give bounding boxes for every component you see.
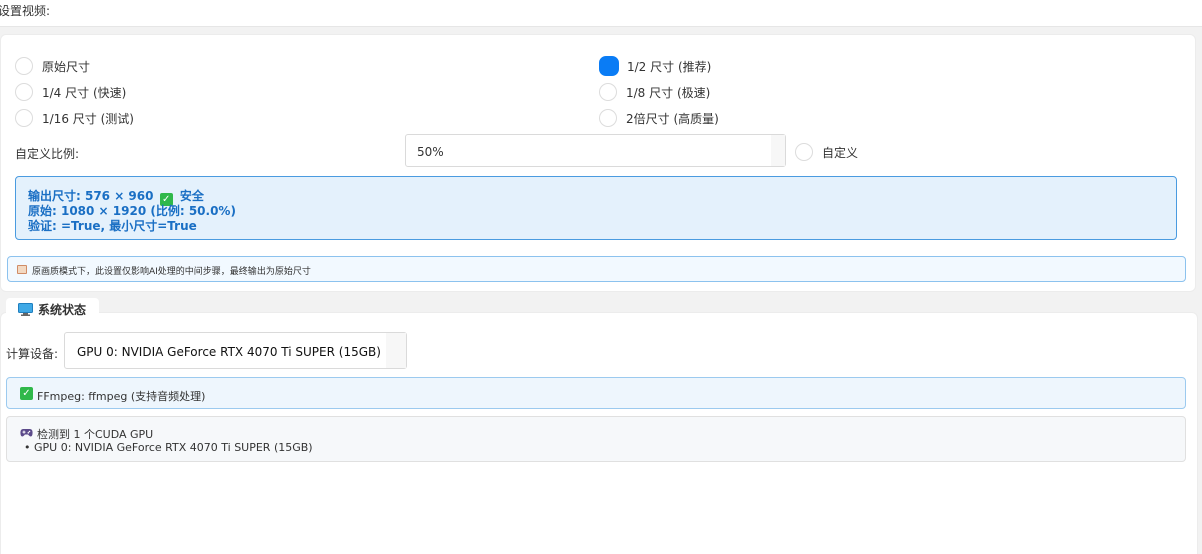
radio-label: 原始尺寸: [42, 59, 91, 74]
input-edge: [771, 135, 785, 166]
output-size-text: 输出尺寸: 576 × 960: [28, 189, 154, 203]
top-bar: 设置视频:: [0, 0, 1202, 27]
radio-circle-selected[interactable]: [599, 56, 619, 76]
custom-ratio-value: 50%: [417, 145, 444, 159]
radio-label: 自定义: [822, 145, 859, 160]
device-select[interactable]: GPU 0: NVIDIA GeForce RTX 4070 Ti SUPER …: [64, 332, 407, 369]
tab-system-status[interactable]: 系统状态: [6, 298, 99, 320]
radio-label: 1/4 尺寸 (快速): [42, 85, 127, 100]
radio-circle[interactable]: [15, 109, 33, 127]
radio-half-size[interactable]: 1/2 尺寸 (推荐): [599, 56, 711, 76]
settings-label: 设置视频:: [0, 4, 51, 18]
custom-ratio-input[interactable]: 50%: [405, 134, 786, 167]
ffmpeg-status-box: ✓ FFmpeg: ffmpeg (支持音频处理): [6, 377, 1186, 409]
gpu-detect-text: 检测到 1 个CUDA GPU: [37, 428, 154, 441]
radio-custom[interactable]: 自定义: [795, 143, 858, 161]
output-status: 安全: [179, 189, 204, 203]
radio-original-size[interactable]: 原始尺寸: [15, 57, 90, 75]
note-text: 原画质模式下，此设置仅影响AI处理的中间步骤，最终输出为原始尺寸: [32, 267, 311, 277]
radio-label: 1/16 尺寸 (测试): [42, 111, 134, 126]
radio-double-size[interactable]: 2倍尺寸 (高质量): [599, 109, 719, 127]
pencil-icon: [17, 265, 27, 274]
gamepad-icon: [20, 429, 33, 437]
device-value: GPU 0: NVIDIA GeForce RTX 4070 Ti SUPER …: [77, 345, 381, 359]
gpu-list-item: • GPU 0: NVIDIA GeForce RTX 4070 Ti SUPE…: [24, 441, 313, 454]
radio-circle[interactable]: [795, 143, 813, 161]
radio-circle[interactable]: [599, 109, 617, 127]
radio-circle[interactable]: [15, 83, 33, 101]
validation-line: 验证: =True, 最小尺寸=True: [28, 219, 197, 233]
radio-sixteenth-size[interactable]: 1/16 尺寸 (测试): [15, 109, 134, 127]
ffmpeg-text: FFmpeg: ffmpeg (支持音频处理): [37, 390, 206, 403]
tab-label: 系统状态: [38, 303, 87, 317]
radio-circle[interactable]: [15, 57, 33, 75]
radio-label: 1/8 尺寸 (极速): [626, 85, 711, 100]
device-label: 计算设备:: [6, 347, 59, 361]
radio-circle[interactable]: [599, 83, 617, 101]
check-icon: ✓: [20, 387, 33, 400]
radio-label: 1/2 尺寸 (推荐): [627, 59, 712, 74]
gpu-info-box: 检测到 1 个CUDA GPU • GPU 0: NVIDIA GeForce …: [6, 416, 1186, 462]
radio-label: 2倍尺寸 (高质量): [626, 111, 719, 126]
custom-ratio-label: 自定义比例:: [15, 147, 80, 161]
note-box: 原画质模式下，此设置仅影响AI处理的中间步骤，最终输出为原始尺寸: [7, 256, 1186, 282]
radio-eighth-size[interactable]: 1/8 尺寸 (极速): [599, 83, 710, 101]
radio-quarter-size[interactable]: 1/4 尺寸 (快速): [15, 83, 126, 101]
monitor-icon: [18, 303, 33, 316]
size-info-box: 输出尺寸: 576 × 960 ✓ 安全 原始: 1080 × 1920 (比例…: [15, 176, 1177, 240]
select-edge: [386, 333, 406, 368]
